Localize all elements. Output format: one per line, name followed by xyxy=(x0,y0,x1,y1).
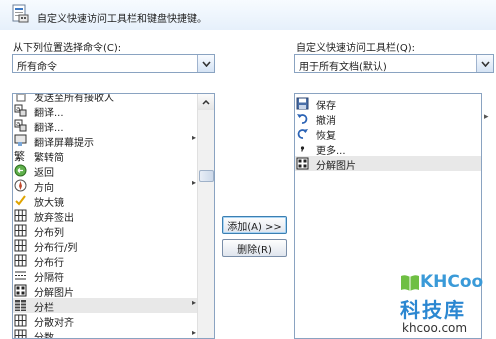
screen-tip-icon xyxy=(14,134,27,147)
watermark-logo-text: KHCoo xyxy=(420,272,484,292)
command-list-item[interactable]: 分栏 ▸ xyxy=(13,298,199,314)
undo-icon xyxy=(296,112,309,125)
grid-icon xyxy=(14,239,27,252)
convert-icon: 繁 xyxy=(14,149,27,162)
toolbar-command-item-label: 保存 xyxy=(316,101,336,112)
return-icon xyxy=(14,164,27,177)
remove-button[interactable]: 删除(R) xyxy=(222,239,287,257)
toolbar-command-list-item[interactable]: 撤消 xyxy=(295,111,481,127)
command-item-label: 分散对齐 xyxy=(34,318,74,329)
command-list-item[interactable]: 分数 ▸ xyxy=(13,328,199,339)
toolbar-command-list-item[interactable]: 恢复 xyxy=(295,126,481,142)
command-list-item[interactable]: a 翻译... xyxy=(13,118,199,134)
command-list-item[interactable]: 方向 ▸ xyxy=(13,178,199,194)
command-list-item[interactable]: 放弃签出 xyxy=(13,208,199,224)
split-picture-icon xyxy=(296,157,309,170)
toolbar-command-item-label: 恢复 xyxy=(316,131,336,142)
submenu-arrow-icon: ▸ xyxy=(191,133,196,142)
command-list-item[interactable]: a 翻译... xyxy=(13,103,199,119)
add-button[interactable]: 添加(A) >> xyxy=(222,216,287,234)
watermark-logo: KHCoo 科技库 khcoo.com xyxy=(398,270,496,339)
separator-icon xyxy=(14,269,27,282)
command-item-label: 分栏 xyxy=(34,303,54,314)
translate-icon: a xyxy=(14,104,27,117)
command-item-label: 翻译... xyxy=(34,108,64,119)
more-icon xyxy=(296,142,309,155)
command-list-item[interactable]: 分解图片 xyxy=(13,283,199,299)
command-list-item[interactable]: 翻译屏幕提示 ▸ xyxy=(13,133,199,149)
submenu-arrow-icon: ▸ xyxy=(191,298,196,307)
toolbar-command-list-item[interactable]: 分解图片 xyxy=(295,156,481,172)
command-item-label: 分布行 xyxy=(34,258,64,269)
command-item-label: 放大镜 xyxy=(34,198,64,209)
command-list-item[interactable]: 繁繁转简 xyxy=(13,148,199,164)
command-item-label: 分布行/列 xyxy=(34,243,78,254)
toolbar-command-item-label: 更多... xyxy=(316,146,346,157)
commands-list[interactable]: 发送至所有接收人 a 翻译... a 翻译... 翻译屏幕提示 ▸ 繁繁转简 返回 方向 ▸ 放大镜放… xyxy=(12,93,215,339)
scrollbar-thumb[interactable] xyxy=(199,170,214,182)
command-item-label: 繁转简 xyxy=(34,153,64,164)
translate-icon: a xyxy=(14,119,27,132)
command-list-item[interactable]: 分布行/列 xyxy=(13,238,199,254)
direction-icon xyxy=(14,179,27,192)
dialog-header: 自定义快速访问工具栏和键盘快捷键。 xyxy=(0,0,496,30)
command-item-label: 放弃签出 xyxy=(34,213,74,224)
toolbar-command-list-item[interactable]: 保存 xyxy=(295,96,481,112)
header-title: 自定义快速访问工具栏和键盘快捷键。 xyxy=(37,14,207,25)
columns-icon xyxy=(14,299,27,312)
redo-icon xyxy=(296,127,309,140)
commands-scrollbar[interactable] xyxy=(197,94,214,338)
customize-scope-value: 用于所有文档(默认) xyxy=(299,62,387,73)
choose-commands-label: 从下列位置选择命令(C): xyxy=(13,43,122,54)
command-item-label: 分布列 xyxy=(34,228,64,239)
command-list-item[interactable]: 分布行 xyxy=(13,253,199,269)
command-list-item[interactable]: 返回 xyxy=(13,163,199,179)
command-item-label: 翻译屏幕提示 xyxy=(34,138,94,149)
command-item-label: 返回 xyxy=(34,168,54,179)
command-list-item[interactable]: 放大镜 xyxy=(13,193,199,209)
grid-icon xyxy=(14,209,27,222)
watermark-url-text: khcoo.com xyxy=(402,321,468,335)
save-icon xyxy=(296,97,309,110)
submenu-arrow-icon: ▸ xyxy=(191,178,196,187)
submenu-arrow-icon: ▸ xyxy=(191,328,196,337)
scroll-up-icon[interactable] xyxy=(198,94,214,110)
page-icon xyxy=(14,94,27,102)
command-item-label: 翻译... xyxy=(34,123,64,134)
command-list-item[interactable]: 分布列 xyxy=(13,223,199,239)
command-item-label: 方向 xyxy=(34,183,54,194)
choose-commands-value: 所有命令 xyxy=(17,62,57,73)
split-picture-icon xyxy=(14,284,27,297)
choose-commands-combo[interactable]: 所有命令 xyxy=(12,54,215,73)
command-item-label: 分数 xyxy=(34,333,54,339)
watermark-cn-text: 科技库 xyxy=(400,298,466,322)
customize-toolbar-label: 自定义快速访问工具栏(Q): xyxy=(296,43,416,54)
command-item-label: 分隔符 xyxy=(34,273,64,284)
move-arrow-icon[interactable]: ▸ xyxy=(484,112,489,122)
grid-icon xyxy=(14,329,27,338)
command-list-item[interactable]: 分散对齐 xyxy=(13,313,199,329)
command-list-item[interactable]: 分隔符 xyxy=(13,268,199,284)
command-item-label: 分解图片 xyxy=(34,288,74,299)
command-list-item[interactable]: 发送至所有接收人 xyxy=(13,94,199,104)
svg-text:繁: 繁 xyxy=(14,149,25,162)
grid-icon xyxy=(14,224,27,237)
chevron-down-icon[interactable] xyxy=(476,55,493,72)
toolbar-command-list-item[interactable]: 更多... xyxy=(295,141,481,157)
book-logo-icon xyxy=(401,275,419,291)
grid-icon xyxy=(14,254,27,267)
customize-scope-combo[interactable]: 用于所有文档(默认) xyxy=(294,54,494,73)
check-icon xyxy=(14,194,27,207)
chevron-down-icon[interactable] xyxy=(197,55,214,72)
customize-doc-icon xyxy=(12,4,29,23)
toolbar-command-item-label: 分解图片 xyxy=(316,161,356,172)
grid-icon xyxy=(14,314,27,327)
toolbar-command-item-label: 撤消 xyxy=(316,116,336,127)
